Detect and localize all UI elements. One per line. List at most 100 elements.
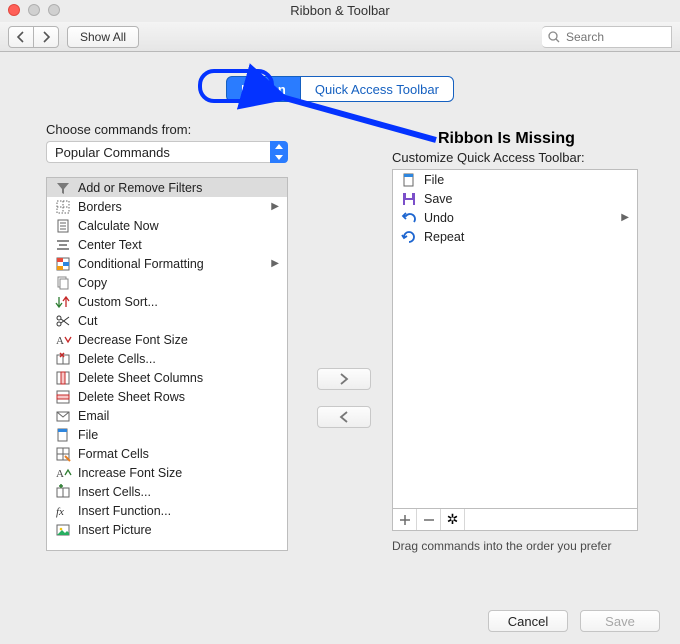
forward-button[interactable] xyxy=(33,26,59,48)
sort-icon xyxy=(55,294,71,310)
submenu-indicator-icon: ▶ xyxy=(271,201,283,212)
list-item[interactable]: Format Cells xyxy=(47,444,287,463)
list-item-label: Delete Cells... xyxy=(78,352,156,366)
list-item-label: Custom Sort... xyxy=(78,295,158,309)
center-icon xyxy=(55,237,71,253)
add-command-button[interactable] xyxy=(317,368,371,390)
font-decrease-icon: A xyxy=(55,332,71,348)
scissors-icon xyxy=(55,313,71,329)
funnel-icon xyxy=(55,180,71,196)
cancel-button[interactable]: Cancel xyxy=(488,610,568,632)
cond-format-icon xyxy=(55,256,71,272)
qat-settings-button[interactable]: ✲ xyxy=(441,509,465,530)
preferences-window: Ribbon & Toolbar Show All Ribbon xyxy=(0,0,680,644)
list-item[interactable]: Delete Cells... xyxy=(47,349,287,368)
list-item-label: Copy xyxy=(78,276,107,290)
list-item[interactable]: Borders ▶ xyxy=(47,197,287,216)
list-item[interactable]: A Decrease Font Size xyxy=(47,330,287,349)
borders-icon xyxy=(55,199,71,215)
delete-cells-icon xyxy=(55,351,71,367)
list-item-label: Cut xyxy=(78,314,97,328)
list-item[interactable]: Center Text xyxy=(47,235,287,254)
list-item-label: Conditional Formatting xyxy=(78,257,204,271)
nav-back-forward xyxy=(8,26,59,48)
commands-list[interactable]: Add or Remove Filters Borders ▶ Calculate N… xyxy=(46,177,288,551)
submenu-indicator-icon: ▶ xyxy=(621,212,633,223)
list-item[interactable]: Cut xyxy=(47,311,287,330)
close-window-button[interactable] xyxy=(8,4,20,16)
body: Ribbon Quick Access Toolbar Ribbon Is Mi… xyxy=(0,52,680,644)
svg-text:A: A xyxy=(56,468,64,480)
list-item[interactable]: File xyxy=(47,425,287,444)
choose-commands-combo[interactable]: Popular Commands xyxy=(46,141,288,163)
list-item[interactable]: Delete Sheet Rows xyxy=(47,387,287,406)
list-item[interactable]: Conditional Formatting ▶ xyxy=(47,254,287,273)
list-item[interactable]: Insert Picture xyxy=(47,520,287,539)
list-item[interactable]: Custom Sort... xyxy=(47,292,287,311)
list-item-label: Increase Font Size xyxy=(78,466,182,480)
list-item-label: Undo xyxy=(424,211,454,225)
list-item-label: File xyxy=(78,428,98,442)
list-item[interactable]: Undo ▶ xyxy=(393,208,637,227)
list-item[interactable]: Copy xyxy=(47,273,287,292)
list-item[interactable]: Save xyxy=(393,189,637,208)
back-button[interactable] xyxy=(8,26,34,48)
save-button[interactable]: Save xyxy=(580,610,660,632)
chevron-left-icon xyxy=(17,32,25,42)
file-icon xyxy=(401,172,417,188)
list-item[interactable]: fxInsert Function... xyxy=(47,501,287,520)
zoom-window-button[interactable] xyxy=(48,4,60,16)
delete-rows-icon xyxy=(55,389,71,405)
list-item-label: Decrease Font Size xyxy=(78,333,188,347)
list-item[interactable]: Insert Cells... xyxy=(47,482,287,501)
submenu-indicator-icon: ▶ xyxy=(271,258,283,269)
list-item-label: Delete Sheet Rows xyxy=(78,390,185,404)
qat-list[interactable]: File Save Undo ▶ Repeat xyxy=(392,169,638,509)
picture-icon xyxy=(55,522,71,538)
minimize-window-button[interactable] xyxy=(28,4,40,16)
fx-icon: fx xyxy=(55,503,71,519)
reorder-hint: Drag commands into the order you prefer xyxy=(392,539,638,553)
list-item-label: Save xyxy=(424,192,453,206)
list-item-label: Calculate Now xyxy=(78,219,159,233)
list-item-label: Add or Remove Filters xyxy=(78,181,202,195)
insert-cells-icon xyxy=(55,484,71,500)
list-item[interactable]: Email xyxy=(47,406,287,425)
list-item[interactable]: File xyxy=(393,170,637,189)
qat-list-toolbar: ✲ xyxy=(392,509,638,531)
choose-commands-value: Popular Commands xyxy=(55,145,170,160)
show-all-button[interactable]: Show All xyxy=(67,26,139,48)
calc-icon xyxy=(55,218,71,234)
list-item[interactable]: Repeat xyxy=(393,227,637,246)
right-column: Customize Quick Access Toolbar: FileSave… xyxy=(392,122,656,553)
qat-remove-button[interactable] xyxy=(417,509,441,530)
remove-command-button[interactable] xyxy=(317,406,371,428)
list-item-label: Center Text xyxy=(78,238,142,252)
chevron-left-icon xyxy=(339,411,349,423)
titlebar: Ribbon & Toolbar xyxy=(0,0,680,22)
list-item[interactable]: A Increase Font Size xyxy=(47,463,287,482)
window-controls xyxy=(8,4,60,16)
left-column: Choose commands from: Popular Commands A… xyxy=(46,122,296,553)
gear-icon: ✲ xyxy=(447,511,459,528)
list-item-label: Borders xyxy=(78,200,122,214)
window-title: Ribbon & Toolbar xyxy=(290,3,390,18)
svg-text:A: A xyxy=(56,335,64,347)
delete-cols-icon xyxy=(55,370,71,386)
list-item[interactable]: Add or Remove Filters xyxy=(47,178,287,197)
save-label: Save xyxy=(605,614,635,629)
list-item-label: Format Cells xyxy=(78,447,149,461)
show-all-label: Show All xyxy=(80,30,126,44)
list-item-label: File xyxy=(424,173,444,187)
list-item[interactable]: Calculate Now xyxy=(47,216,287,235)
qat-add-button[interactable] xyxy=(393,509,417,530)
list-item[interactable]: Delete Sheet Columns xyxy=(47,368,287,387)
search-input[interactable] xyxy=(564,29,654,45)
search-field[interactable] xyxy=(542,26,672,48)
search-icon xyxy=(548,31,560,43)
save-icon xyxy=(401,191,417,207)
content-columns: Choose commands from: Popular Commands A… xyxy=(0,102,680,553)
toolbar: Show All xyxy=(0,22,680,52)
list-item-label: Email xyxy=(78,409,109,423)
font-increase-icon: A xyxy=(55,465,71,481)
